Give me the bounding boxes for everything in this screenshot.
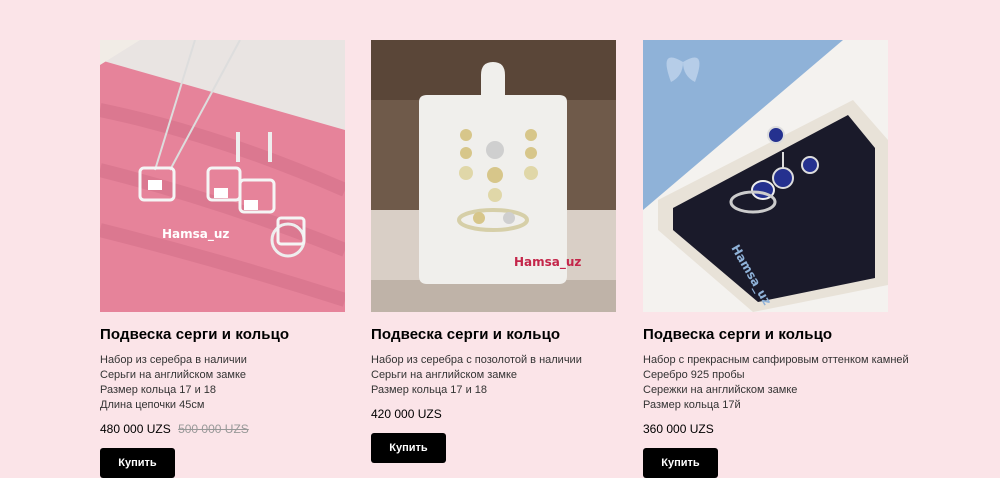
description-line: Размер кольца 17 и 18 (371, 384, 488, 396)
product-title: Подвеска серги и кольцо (371, 326, 561, 343)
jewelry-photo-stand: Hamsa_uz (371, 40, 616, 312)
price-row: 480 000 UZS 500 000 UZS (100, 421, 345, 437)
buy-button[interactable]: Купить (643, 448, 718, 478)
description-line: Серьги на английском замке (100, 369, 246, 381)
buy-button[interactable]: Купить (371, 433, 446, 463)
price-row: 420 000 UZS (371, 406, 616, 422)
watermark-text: Hamsa_uz (162, 227, 229, 242)
product-card: Hamsa_uz Подвеска серги и кольцо Набор и… (100, 40, 345, 478)
product-card: Hamsa_uz Подвеска серги и кольцо Набор и… (371, 40, 616, 463)
jewelry-photo-box: Hamsa_uz (643, 40, 888, 312)
product-description: Набор из серебра с позолотой в наличии С… (371, 353, 616, 398)
description-line: Сережки на английском замке (643, 384, 798, 396)
product-title: Подвеска серги и кольцо (643, 326, 833, 343)
price: 420 000 UZS (371, 407, 442, 421)
product-title: Подвеска серги и кольцо (100, 326, 290, 343)
description-line: Набор из серебра с позолотой в наличии (371, 354, 582, 366)
product-grid: Hamsa_uz Подвеска серги и кольцо Набор и… (0, 0, 1000, 478)
product-image[interactable]: Hamsa_uz (371, 40, 616, 312)
buy-button[interactable]: Купить (100, 448, 175, 478)
price-row: 360 000 UZS (643, 421, 888, 437)
description-line: Длина цепочки 45см (100, 399, 205, 411)
price: 360 000 UZS (643, 422, 714, 436)
description-line: Размер кольца 17 и 18 (100, 384, 217, 396)
jewelry-photo-pink: Hamsa_uz (100, 40, 345, 312)
product-card: Hamsa_uz Подвеска серги и кольцо Набор с… (643, 40, 909, 478)
product-description: Набор с прекрасным сапфировым оттенком к… (643, 353, 909, 413)
product-image[interactable]: Hamsa_uz (643, 40, 888, 312)
price: 480 000 UZS (100, 422, 171, 436)
old-price: 500 000 UZS (178, 422, 249, 436)
description-line: Размер кольца 17й (643, 399, 741, 411)
description-line: Серебро 925 пробы (643, 369, 745, 381)
watermark-text: Hamsa_uz (514, 255, 581, 270)
description-line: Набор из серебра в наличии (100, 354, 247, 366)
description-line: Серьги на английском замке (371, 369, 517, 381)
description-line: Набор с прекрасным сапфировым оттенком к… (643, 354, 909, 366)
product-image[interactable]: Hamsa_uz (100, 40, 345, 312)
product-description: Набор из серебра в наличии Серьги на анг… (100, 353, 345, 413)
